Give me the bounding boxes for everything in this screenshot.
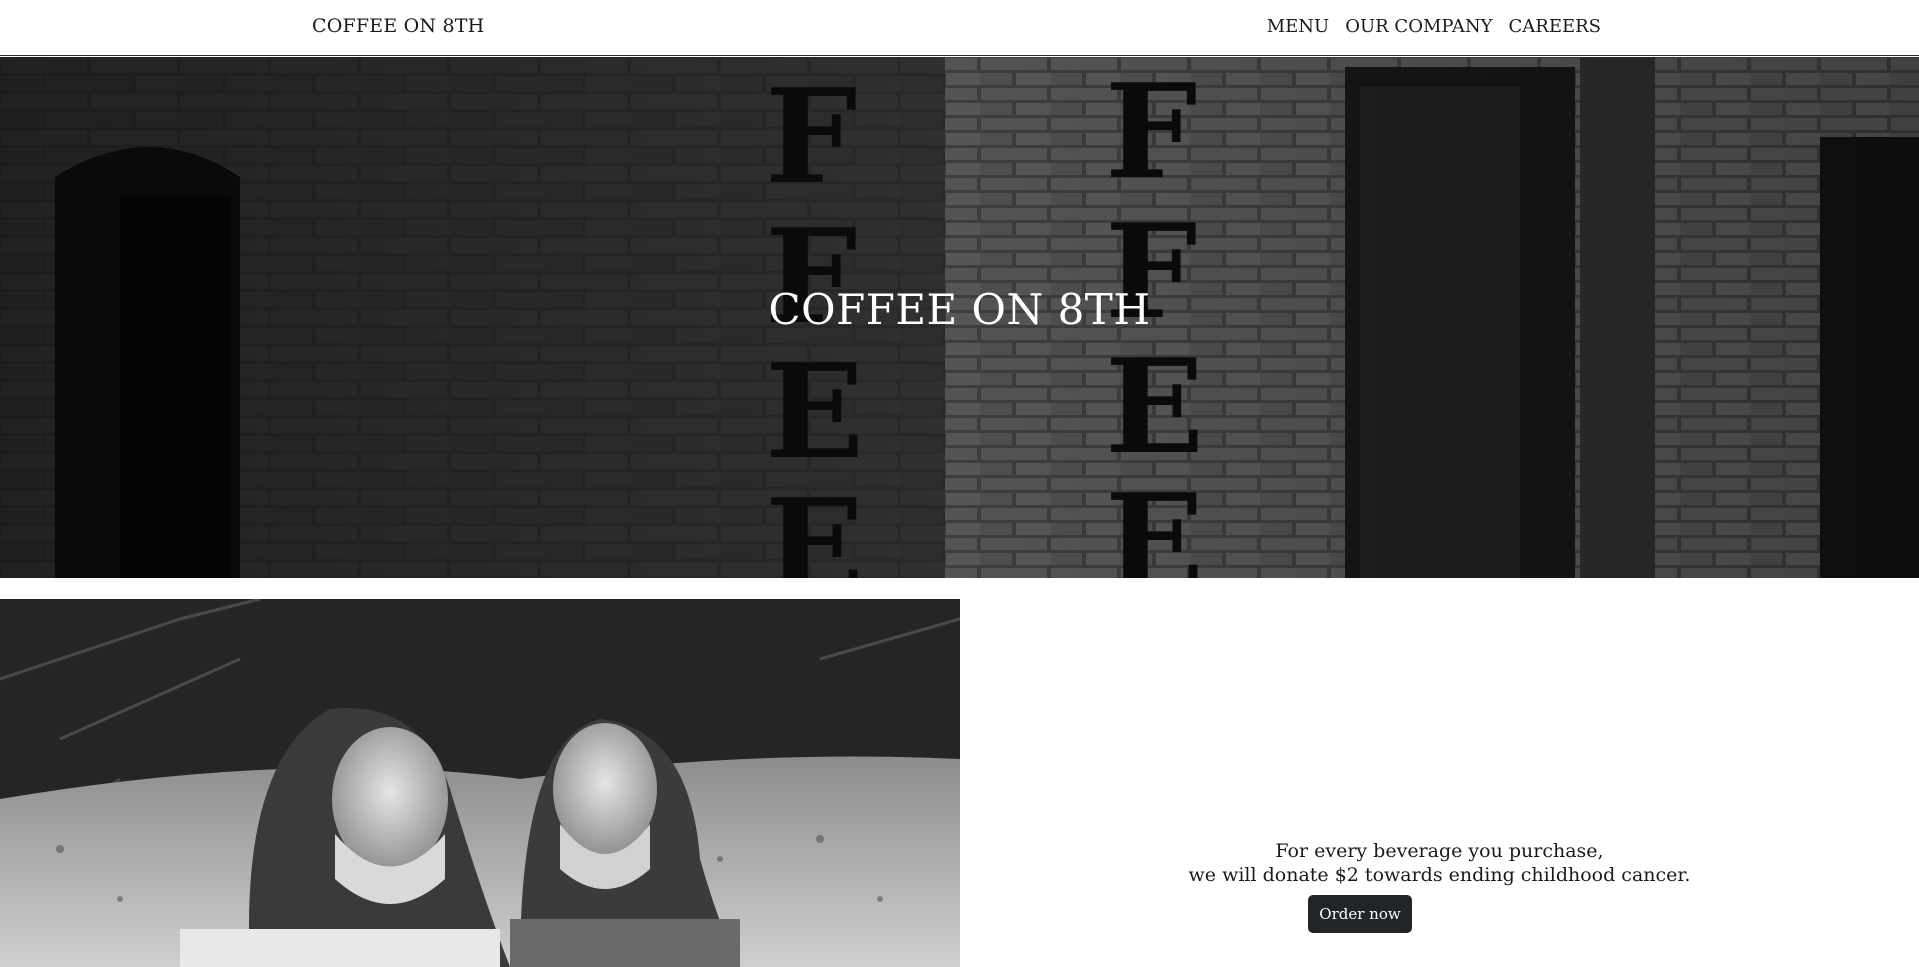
hero-section: F F E E F F E E COFFEE ON 8TH <box>0 57 1919 578</box>
donation-line-1: For every beverage you purchase, <box>1275 840 1604 862</box>
brand-link[interactable]: COFFEE ON 8TH <box>312 15 484 37</box>
children-photo <box>0 599 960 967</box>
nav-link-menu[interactable]: MENU <box>1267 16 1330 37</box>
donation-cta: For every beverage you purchase, we will… <box>960 599 1919 967</box>
donation-message: For every beverage you purchase, we will… <box>960 839 1919 887</box>
donation-line-2: we will donate $2 towards ending childho… <box>1188 864 1691 886</box>
top-navbar: COFFEE ON 8TH MENU OUR COMPANY CAREERS <box>0 0 1919 56</box>
order-now-button[interactable]: Order now <box>1308 895 1412 933</box>
nav-link-careers[interactable]: CAREERS <box>1509 16 1602 37</box>
children-laughing-image <box>0 599 960 967</box>
nav-link-our-company[interactable]: OUR COMPANY <box>1345 16 1492 37</box>
nav-links: MENU OUR COMPANY CAREERS <box>1267 16 1601 37</box>
hero-title: COFFEE ON 8TH <box>768 285 1151 334</box>
